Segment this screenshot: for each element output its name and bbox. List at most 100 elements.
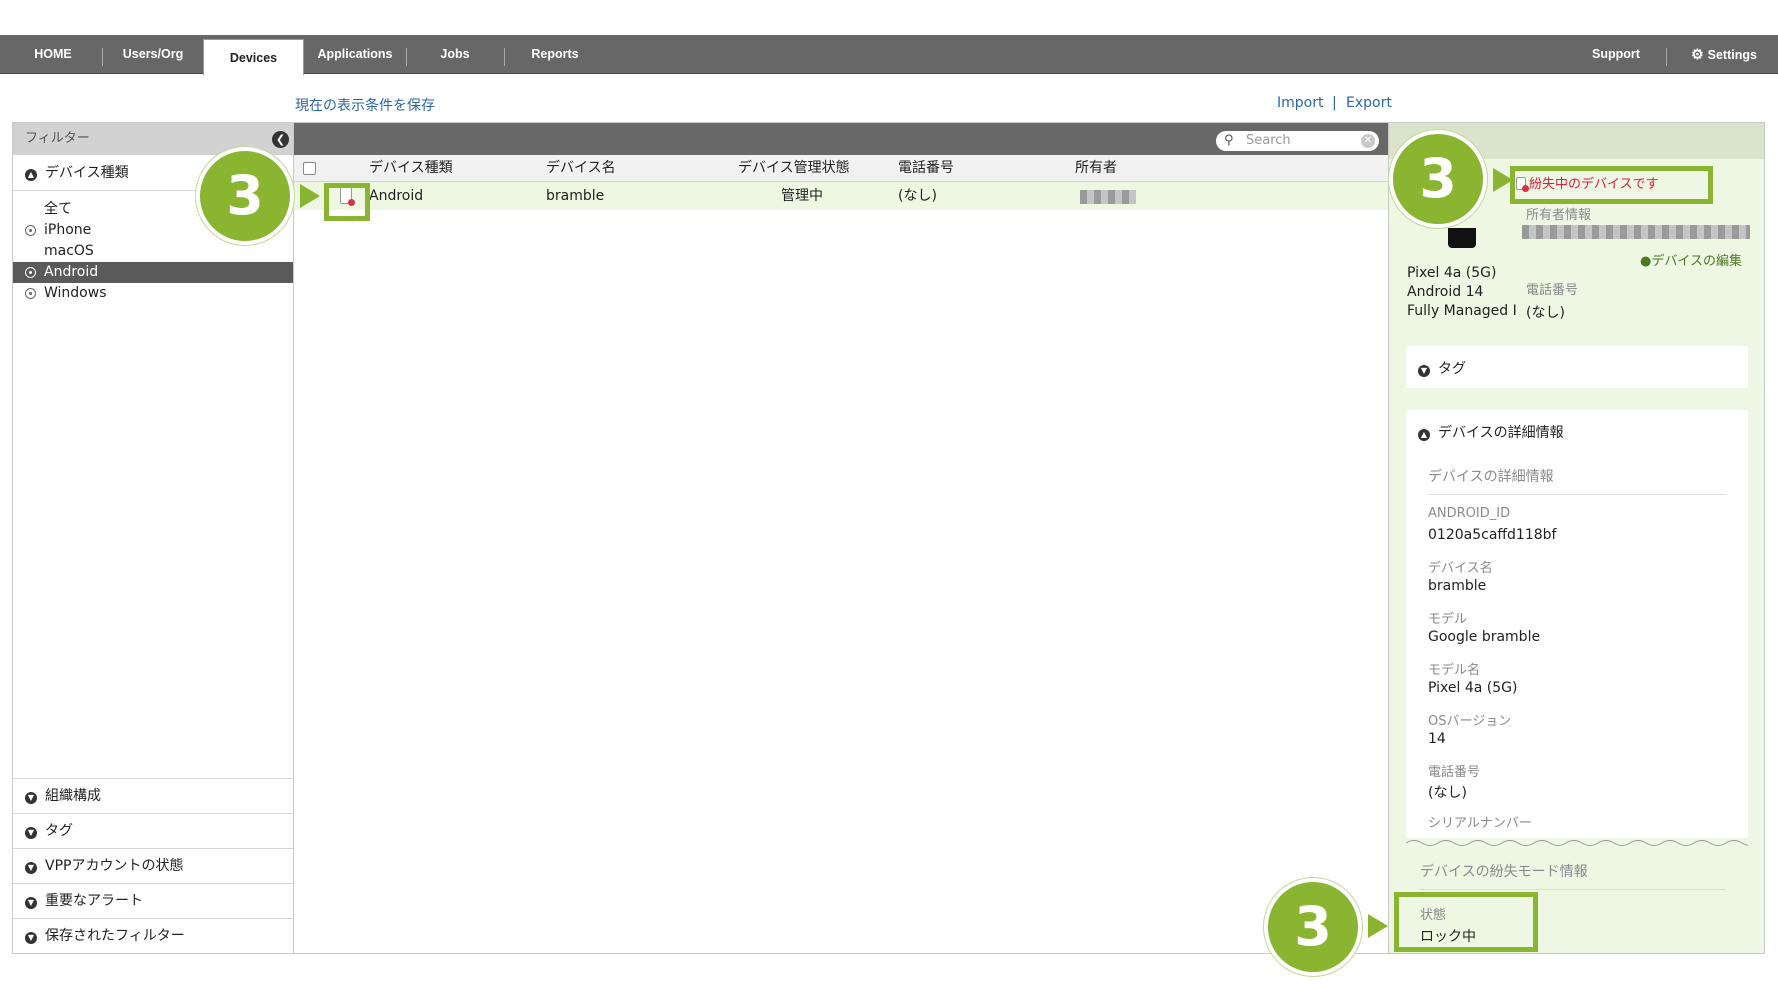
chevron-down-icon: ▼	[25, 792, 37, 804]
nav-separator	[406, 48, 407, 66]
chevron-up-icon: ▲	[1418, 429, 1430, 441]
save-filter-link[interactable]: 現在の表示条件を保存	[295, 95, 435, 115]
table-header: デバイス種類 デバイス名 デバイス管理状態 電話番号 所有者	[294, 155, 1388, 182]
chevron-down-icon: ▼	[25, 897, 37, 909]
search-icon: ⚲	[1224, 133, 1234, 148]
callout-pointer	[1368, 914, 1388, 938]
nav-devices[interactable]: Devices	[203, 39, 304, 75]
details-section-label: デバイスの詳細情報	[1438, 425, 1564, 441]
cell-device-type: Android	[369, 188, 424, 204]
vpp-section-header[interactable]: ▼ VPPアカウントの状態	[13, 848, 293, 883]
select-all-checkbox[interactable]	[303, 162, 316, 175]
section-label: VPPアカウントの状態	[45, 858, 184, 874]
device-table: ⚲ Search ✕ デバイス種類 デバイス名 デバイス管理状態 電話番号 所有…	[294, 122, 1389, 954]
nav-jobs[interactable]: Jobs	[412, 35, 498, 74]
cell-phone: (なし)	[898, 188, 937, 204]
tag-card[interactable]: ▼ タグ	[1406, 346, 1748, 388]
device-type-label: iPhone	[44, 222, 92, 238]
phone-label: 電話番号	[1526, 283, 1579, 298]
chevron-down-icon: ▼	[25, 827, 37, 839]
callout-highlight-lost-badge	[1510, 166, 1713, 204]
table-toolbar: ⚲ Search ✕	[294, 123, 1388, 155]
tag-section-label: タグ	[1438, 361, 1466, 377]
device-type-label: 全て	[44, 201, 72, 217]
cell-device-name: bramble	[546, 188, 605, 204]
saved-filters-section-header[interactable]: ▼ 保存されたフィルター	[13, 918, 293, 953]
column-header-management-status[interactable]: デバイス管理状態	[738, 155, 850, 182]
section-label: 重要なアラート	[45, 893, 143, 909]
column-header-device-type[interactable]: デバイス種類	[369, 155, 453, 182]
nav-users-org[interactable]: Users/Org	[108, 35, 198, 74]
divider	[1420, 889, 1726, 890]
tag-section-header[interactable]: ▼ タグ	[13, 813, 293, 848]
org-section-header[interactable]: ▼ 組織構成	[13, 778, 293, 813]
chevron-down-icon: ▼	[1418, 365, 1430, 377]
field-label-phone: 電話番号	[1428, 765, 1481, 780]
nav-reports[interactable]: Reports	[510, 35, 600, 74]
search-input[interactable]: ⚲ Search ✕	[1216, 131, 1379, 151]
field-label-device-name: デバイス名	[1428, 561, 1493, 576]
device-type-label: macOS	[44, 243, 94, 259]
column-header-owner[interactable]: 所有者	[1075, 155, 1117, 182]
field-label-android-id: ANDROID_ID	[1428, 506, 1511, 521]
edit-device-label: デバイスの編集	[1651, 254, 1742, 269]
search-placeholder: Search	[1246, 133, 1291, 148]
field-value-os-version: 14	[1428, 731, 1446, 747]
field-value-model: Google bramble	[1428, 629, 1541, 645]
callout-step-3-badge: 3	[1389, 130, 1487, 228]
device-type-label: Windows	[44, 285, 107, 301]
owner-info-redacted	[1522, 225, 1750, 239]
device-model-line: Pixel 4a (5G)	[1407, 265, 1497, 281]
filter-title: フィルター	[25, 131, 90, 146]
export-link[interactable]: Export	[1346, 95, 1392, 111]
column-header-device-name[interactable]: デバイス名	[546, 155, 616, 182]
filter-panel: フィルター ❮ ▲ デバイス種類 全て iPhone macOS Android …	[12, 122, 294, 954]
device-type-item-windows[interactable]: Windows	[13, 283, 293, 304]
field-value-android-id: 0120a5caffd118bf	[1428, 527, 1557, 543]
import-link[interactable]: Import	[1277, 95, 1323, 111]
callout-highlight-lost-state	[1394, 892, 1538, 952]
callout-highlight-list-icon	[324, 183, 370, 221]
top-nav-bar: HOME Users/Org Devices Applications Jobs…	[0, 35, 1778, 75]
callout-step-3-list: 3	[196, 147, 294, 245]
field-value-phone: (なし)	[1428, 785, 1467, 801]
nav-separator	[1666, 48, 1667, 66]
alerts-section-header[interactable]: ▼ 重要なアラート	[13, 883, 293, 918]
details-subtitle: デバイスの詳細情報	[1428, 469, 1554, 485]
truncation-wave	[1406, 840, 1748, 846]
radio-icon	[25, 267, 36, 278]
column-header-phone[interactable]: 電話番号	[898, 155, 954, 182]
device-image	[1448, 228, 1476, 248]
nav-applications[interactable]: Applications	[310, 35, 400, 74]
field-label-model-name: モデル名	[1428, 663, 1481, 678]
radio-icon	[25, 288, 36, 299]
circle-icon: ●	[1640, 254, 1652, 269]
clear-search-icon[interactable]: ✕	[1361, 134, 1375, 148]
phone-value: (なし)	[1526, 305, 1565, 321]
section-label: 組織構成	[45, 788, 101, 804]
nav-home[interactable]: HOME	[14, 35, 92, 74]
nav-settings-label: Settings	[1707, 48, 1757, 62]
section-label: タグ	[45, 823, 73, 839]
device-os-line: Android 14	[1407, 284, 1484, 300]
section-label: 保存されたフィルター	[45, 928, 185, 944]
collapse-panel-icon[interactable]: ❮	[272, 131, 289, 148]
callout-step-3-lost-state: 3	[1264, 878, 1362, 976]
lost-mode-title: デバイスの紛失モード情報	[1420, 864, 1588, 880]
nav-support[interactable]: Support	[1582, 35, 1650, 74]
chevron-up-icon: ▲	[25, 169, 37, 181]
nav-settings[interactable]: ⚙ Settings	[1682, 35, 1766, 74]
device-type-item-android[interactable]: Android	[13, 262, 293, 283]
edit-device-link[interactable]: ●デバイスの編集	[1640, 250, 1742, 269]
chevron-down-icon: ▼	[25, 862, 37, 874]
device-details-header[interactable]: ▲ デバイスの詳細情報	[1418, 422, 1564, 442]
field-label-os-version: OSバージョン	[1428, 714, 1512, 729]
owner-info-label: 所有者情報	[1526, 208, 1592, 223]
radio-icon	[25, 225, 36, 236]
cell-management-status: 管理中	[781, 188, 823, 204]
field-label-model: モデル	[1428, 612, 1468, 627]
device-type-section-label: デバイス種類	[45, 165, 129, 181]
nav-separator	[504, 48, 505, 66]
table-row[interactable]: Android bramble 管理中 (なし)	[294, 182, 1388, 210]
chevron-down-icon: ▼	[25, 932, 37, 944]
